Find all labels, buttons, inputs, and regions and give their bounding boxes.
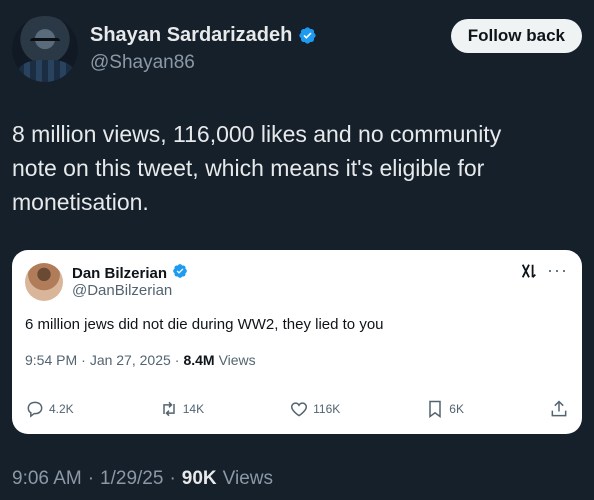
quoted-author-display-name[interactable]: Dan Bilzerian [72, 265, 167, 282]
quoted-verified-badge-icon [172, 263, 188, 284]
quoted-author-avatar[interactable] [25, 263, 63, 301]
like-button[interactable]: 116K [289, 399, 340, 419]
quoted-tweet-time[interactable]: 9:54 PM [25, 352, 77, 368]
tweet-date[interactable]: 1/29/25 [100, 468, 163, 490]
reply-button[interactable]: 4.2K [25, 399, 74, 419]
author-avatar[interactable] [12, 16, 78, 82]
reply-icon [27, 401, 43, 418]
quoted-action-bar: 4.2K 14K 116K 6K [25, 398, 569, 420]
quoted-tweet-text: 6 million jews did not die during WW2, t… [25, 316, 384, 333]
reply-count: 4.2K [49, 402, 74, 416]
bookmark-count: 6K [449, 402, 464, 416]
repost-icon [162, 401, 175, 417]
tweet-text: 8 million views, 116,000 likes and no co… [12, 121, 502, 215]
tweet-footer-meta: 9:06 AM · 1/29/25 · 90K Views [12, 468, 273, 490]
quoted-tweet-date[interactable]: Jan 27, 2025 [90, 352, 171, 368]
tweet-views-label: Views [222, 468, 273, 489]
meta-separator: · [174, 352, 180, 368]
verified-badge-icon [298, 26, 317, 45]
quoted-author-handle[interactable]: @DanBilzerian [72, 282, 172, 299]
bookmark-button[interactable]: 6K [425, 399, 464, 419]
share-icon [551, 400, 567, 417]
tweet-views-count: 90K [181, 468, 217, 489]
share-button[interactable] [549, 399, 569, 419]
follow-back-button[interactable]: Follow back [450, 19, 582, 53]
bookmark-icon [429, 400, 442, 418]
avatar-glasses [30, 38, 60, 46]
quoted-views-label: Views [218, 352, 256, 368]
author-handle[interactable]: @Shayan86 [90, 52, 195, 74]
tweet-time[interactable]: 9:06 AM [12, 468, 82, 490]
quoted-author-name-row: Dan Bilzerian [72, 263, 188, 284]
tweet-header: Shayan Sardarizadeh @Shayan86 Follow bac… [12, 14, 582, 86]
quoted-tweet-meta: 9:54 PM · Jan 27, 2025 · 8.4M Views [25, 352, 256, 368]
like-count: 116K [313, 402, 341, 416]
heart-icon [291, 402, 308, 417]
avatar-shirt [18, 60, 74, 82]
author-display-name[interactable]: Shayan Sardarizadeh [90, 24, 292, 47]
meta-separator: · [169, 468, 176, 489]
quoted-views-count: 8.4M [183, 352, 215, 368]
grok-icon[interactable] [520, 262, 538, 280]
meta-separator: · [87, 468, 95, 489]
quoted-tweet-card[interactable]: Dan Bilzerian @DanBilzerian ··· 6 millio… [12, 250, 582, 434]
repost-button[interactable]: 14K [159, 399, 204, 419]
author-name-row: Shayan Sardarizadeh [90, 24, 317, 47]
repost-count: 14K [182, 402, 205, 416]
meta-separator: · [81, 352, 86, 368]
more-options-icon[interactable]: ··· [547, 260, 568, 281]
